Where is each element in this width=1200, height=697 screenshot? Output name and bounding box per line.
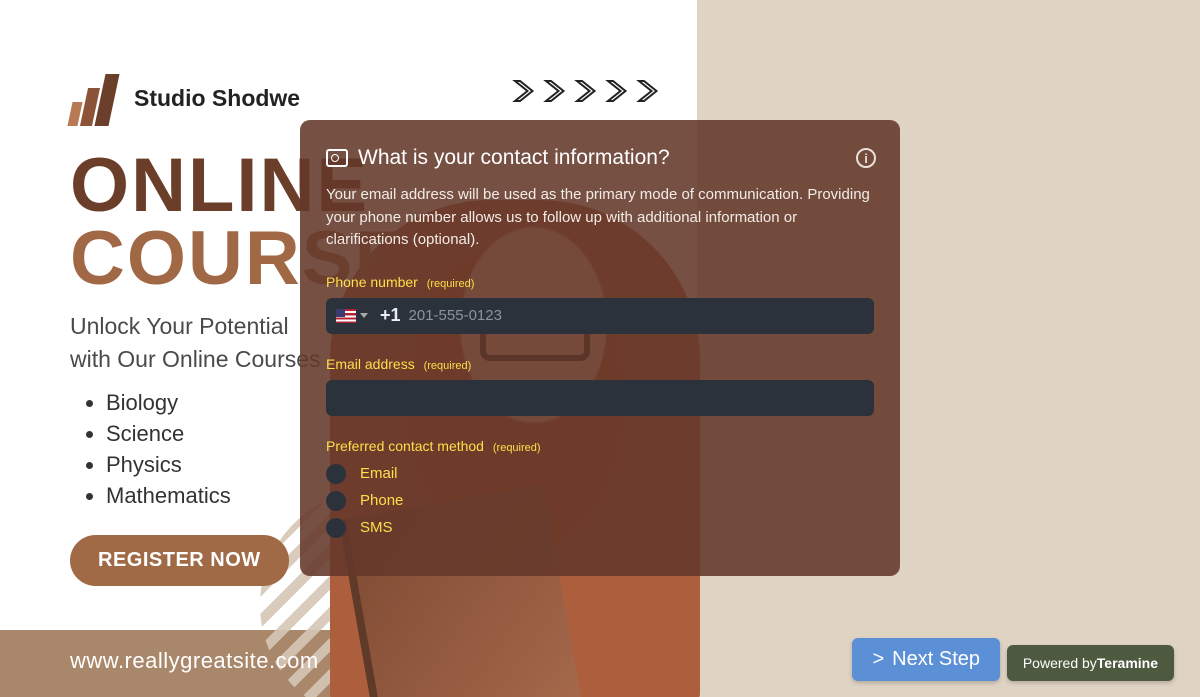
phone-label: Phone number (required) <box>326 274 874 290</box>
radio-option-sms[interactable]: SMS <box>326 518 874 538</box>
contact-method-label: Preferred contact method (required) <box>326 438 874 454</box>
info-icon[interactable]: i <box>856 148 876 168</box>
brand-name: Studio Shodwe <box>134 85 300 112</box>
radio-label: Email <box>360 465 398 482</box>
register-button[interactable]: REGISTER NOW <box>70 535 289 586</box>
brand-logo: Studio Shodwe <box>70 70 300 126</box>
contact-modal: What is your contact information? i Your… <box>300 120 900 576</box>
chevron-row-icon <box>510 75 664 107</box>
radio-icon[interactable] <box>326 491 346 511</box>
email-label: Email address (required) <box>326 356 874 372</box>
hero-subhead: Unlock Your Potential with Our Online Co… <box>70 310 321 377</box>
phone-input[interactable] <box>409 307 864 324</box>
next-step-button[interactable]: > Next Step <box>852 638 1000 681</box>
powered-brand: Teramine <box>1097 655 1158 671</box>
powered-by-button[interactable]: Powered byTeramine <box>1007 645 1174 681</box>
radio-label: SMS <box>360 519 393 536</box>
logo-mark-icon <box>70 70 116 126</box>
list-item: Mathematics <box>106 483 231 509</box>
contact-method-group: Email Phone SMS <box>326 464 874 538</box>
site-url: www.reallygreatsite.com <box>70 648 319 674</box>
dial-code: +1 <box>380 305 401 326</box>
radio-label: Phone <box>360 492 403 509</box>
radio-icon[interactable] <box>326 518 346 538</box>
country-dropdown-caret-icon[interactable] <box>360 313 368 318</box>
modal-title: What is your contact information? <box>358 146 670 170</box>
subhead-line-1: Unlock Your Potential <box>70 310 321 343</box>
list-item: Physics <box>106 452 231 478</box>
powered-prefix: Powered by <box>1023 655 1097 671</box>
us-flag-icon[interactable] <box>336 309 356 323</box>
next-step-label: Next Step <box>892 648 980 671</box>
phone-input-row[interactable]: +1 <box>326 298 874 334</box>
subhead-line-2: with Our Online Courses <box>70 343 321 376</box>
topic-list: Biology Science Physics Mathematics <box>84 385 231 514</box>
list-item: Biology <box>106 390 231 416</box>
email-input[interactable] <box>326 380 874 416</box>
radio-option-phone[interactable]: Phone <box>326 491 874 511</box>
list-item: Science <box>106 421 231 447</box>
radio-option-email[interactable]: Email <box>326 464 874 484</box>
modal-header: What is your contact information? <box>326 146 874 170</box>
modal-description: Your email address will be used as the p… <box>326 184 874 252</box>
contact-card-icon <box>326 149 348 167</box>
chevron-right-icon: > <box>872 648 884 671</box>
radio-icon[interactable] <box>326 464 346 484</box>
